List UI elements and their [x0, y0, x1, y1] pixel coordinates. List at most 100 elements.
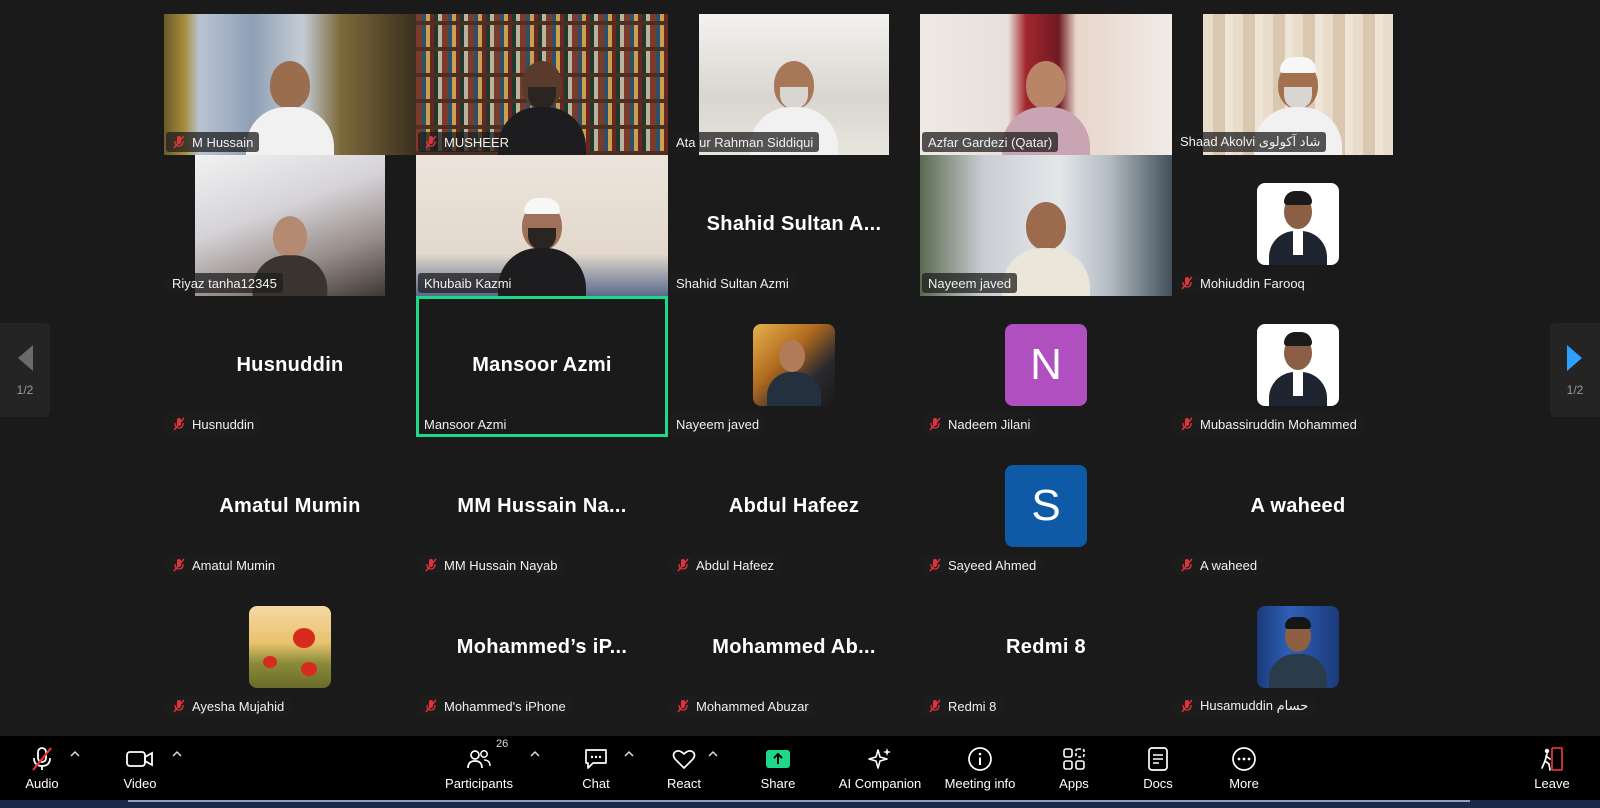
video-options-caret[interactable] [172, 750, 184, 762]
react-label: React [667, 775, 701, 791]
mic-muted-icon [928, 699, 942, 713]
participant-name-tag: Redmi 8 [922, 696, 1003, 716]
participant-tile[interactable]: Husamuddin حسام [1172, 578, 1424, 719]
react-options-caret[interactable] [708, 750, 720, 762]
participant-display-name: Mansoor Azmi [472, 354, 612, 376]
participant-tile[interactable]: Azfar Gardezi (Qatar) [920, 14, 1172, 155]
participant-tile[interactable]: Amatul Mumin Amatul Mumin [164, 437, 416, 578]
participant-name-tag: Amatul Mumin [166, 555, 282, 575]
more-button[interactable]: More [1220, 736, 1268, 800]
participant-tile[interactable]: MUSHEER [416, 14, 668, 155]
mic-muted-icon [172, 699, 186, 713]
participant-name: MUSHEER [444, 134, 510, 150]
docs-button[interactable]: Docs [1134, 736, 1182, 800]
participant-name: Mohammed's iPhone [444, 698, 566, 714]
video-button[interactable]: Video [116, 736, 164, 800]
info-icon [967, 746, 993, 772]
mic-muted-icon [172, 558, 186, 572]
participant-name-tag: Ata ur Rahman Siddiqui [670, 132, 820, 152]
participant-name-tag: Nadeem Jilani [922, 414, 1037, 434]
meeting-toolbar: Audio Video Participants 26 Chat React S… [0, 736, 1600, 800]
mic-muted-icon [424, 558, 438, 572]
profile-picture [1257, 324, 1339, 406]
participant-name: Amatul Mumin [192, 557, 276, 573]
participant-tile[interactable]: A waheed A waheed [1172, 437, 1424, 578]
participant-tile[interactable]: Abdul Hafeez Abdul Hafeez [668, 437, 920, 578]
active-speaker-tile[interactable]: Mansoor Azmi Mansoor Azmi [416, 296, 668, 437]
mic-muted-icon [424, 699, 438, 713]
participant-display-name: Mohammed Ab... [712, 636, 876, 658]
participant-tile[interactable]: Nayeem javed [668, 296, 920, 437]
document-icon [1147, 746, 1169, 772]
participant-tile[interactable]: Mohammed’s iP... Mohammed's iPhone [416, 578, 668, 719]
react-button[interactable]: React [660, 736, 708, 800]
participant-tile[interactable]: MM Hussain Na... MM Hussain Nayab [416, 437, 668, 578]
ai-companion-label: AI Companion [838, 775, 922, 791]
participant-display-name: Redmi 8 [1006, 636, 1086, 658]
participant-tile[interactable]: Nayeem javed [920, 155, 1172, 296]
participant-name: Khubaib Kazmi [424, 275, 512, 291]
mic-muted-icon [676, 558, 690, 572]
participant-tile[interactable]: Khubaib Kazmi [416, 155, 668, 296]
chat-label: Chat [582, 775, 610, 791]
previous-page-button[interactable]: 1/2 [0, 323, 50, 417]
participant-name-tag: Ayesha Mujahid [166, 696, 291, 716]
mic-muted-icon [1180, 417, 1194, 431]
audio-button[interactable]: Audio [18, 736, 66, 800]
participant-tile[interactable]: Mubassiruddin Mohammed [1172, 296, 1424, 437]
participants-icon [466, 746, 492, 772]
mic-muted-icon [172, 417, 186, 431]
participant-tile[interactable]: Mohammed Ab... Mohammed Abuzar [668, 578, 920, 719]
participant-tile[interactable]: S Sayeed Ahmed [920, 437, 1172, 578]
participant-tile[interactable]: Ata ur Rahman Siddiqui [668, 14, 920, 155]
participant-tile[interactable]: Mohiuddin Farooq [1172, 155, 1424, 296]
participant-name-tag: Husamuddin حسام [1174, 696, 1315, 716]
participant-name: Abdul Hafeez [696, 557, 775, 573]
share-button[interactable]: Share [754, 736, 802, 800]
participant-tile[interactable]: Ayesha Mujahid [164, 578, 416, 719]
participant-tile[interactable]: Riyaz tanha12345 [164, 155, 416, 296]
participant-tile[interactable]: N Nadeem Jilani [920, 296, 1172, 437]
chat-button[interactable]: Chat [572, 736, 620, 800]
participant-name: Ayesha Mujahid [192, 698, 285, 714]
ai-companion-button[interactable]: AI Companion [832, 736, 928, 800]
participant-name-tag: MM Hussain Nayab [418, 555, 564, 575]
participant-name: Redmi 8 [948, 698, 997, 714]
participant-tile[interactable]: Shahid Sultan A... Shahid Sultan Azmi [668, 155, 920, 296]
audio-options-caret[interactable] [70, 750, 82, 762]
mic-muted-icon [1180, 699, 1194, 713]
audio-label: Audio [25, 775, 59, 791]
participants-label: Participants [445, 775, 513, 791]
participant-name: Nadeem Jilani [948, 416, 1031, 432]
participant-name: Mohiuddin Farooq [1200, 275, 1305, 291]
participant-tile[interactable]: M Hussain [164, 14, 416, 155]
participants-options-caret[interactable] [530, 750, 542, 762]
next-page-button[interactable]: 1/2 [1550, 323, 1600, 417]
more-label: More [1229, 775, 1259, 791]
participant-name-tag: Khubaib Kazmi [418, 273, 518, 293]
participant-tile[interactable]: Redmi 8 Redmi 8 [920, 578, 1172, 719]
participant-name-tag: Mohiuddin Farooq [1174, 273, 1311, 293]
participant-tile[interactable]: Shaad Akolvi شاد آکولوی [1172, 14, 1424, 155]
participant-name-tag: Husnuddin [166, 414, 261, 434]
participant-display-name: Husnuddin [236, 354, 344, 376]
apps-icon [1061, 746, 1087, 772]
chevron-left-icon [18, 345, 33, 371]
profile-picture [1257, 183, 1339, 265]
mic-muted-icon [676, 699, 690, 713]
apps-button[interactable]: Apps [1050, 736, 1098, 800]
chat-options-caret[interactable] [624, 750, 636, 762]
participant-name-tag: M Hussain [166, 132, 260, 152]
participant-tile[interactable]: Husnuddin Husnuddin [164, 296, 416, 437]
leave-button[interactable]: Leave [1528, 736, 1576, 800]
meeting-info-button[interactable]: Meeting info [940, 736, 1020, 800]
participant-grid: M Hussain MUSHEER Ata ur Rahman Siddiqui [164, 14, 1425, 722]
mic-muted-icon [928, 417, 942, 431]
initial-avatar: S [1005, 465, 1087, 547]
taskbar-edge [0, 800, 1600, 808]
sparkle-icon [867, 746, 893, 772]
initial-avatar: N [1005, 324, 1087, 406]
participant-name: Mohammed Abuzar [696, 698, 809, 714]
camera-icon [126, 746, 154, 772]
participant-name: Shahid Sultan Azmi [676, 275, 789, 291]
